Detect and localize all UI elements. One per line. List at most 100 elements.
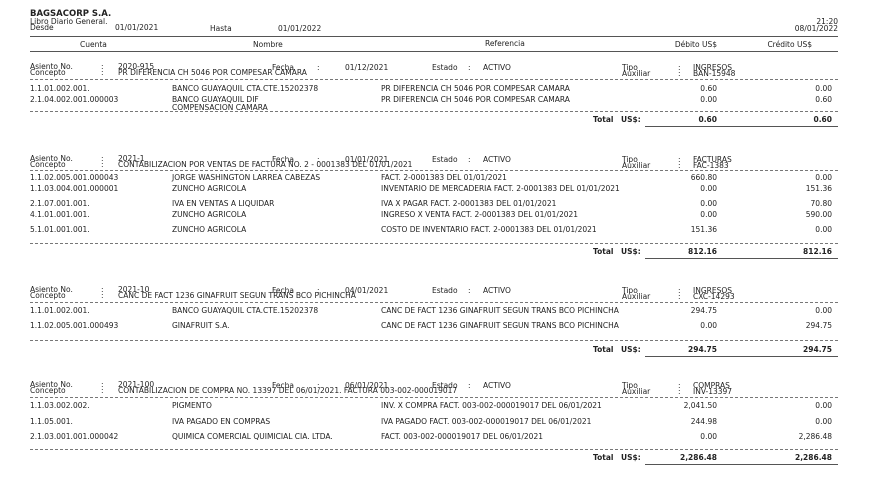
total-debito: 2,286.48: [679, 453, 717, 462]
total-debito: 0.60: [698, 115, 717, 124]
cuenta-cell: 2.1.03.001.001.000042: [30, 432, 119, 441]
auxiliar-value: FAC-1383: [693, 161, 729, 170]
entry-separator: [30, 302, 838, 303]
auxiliar-value: BAN-15948: [693, 69, 736, 78]
desde-label: Desde: [30, 23, 54, 32]
credito-cell: 151.36: [805, 184, 832, 193]
entry-separator: [30, 170, 838, 171]
referencia-cell: INGRESO X VENTA FACT. 2-0001383 DEL 01/0…: [381, 210, 579, 219]
header-bottom-rule: [30, 51, 838, 52]
desde-date: 01/01/2021: [115, 23, 159, 32]
concepto-label: Concepto: [30, 160, 66, 169]
referencia-cell: INV. X COMPRA FACT. 003-002-000019017 DE…: [381, 401, 602, 410]
nombre-cell: IVA PAGADO EN COMPRAS: [172, 417, 271, 426]
colon: :: [317, 63, 320, 72]
currency-label: US$:: [621, 115, 641, 124]
debito-cell: 0.00: [700, 321, 717, 330]
debito-cell: 244.98: [690, 417, 717, 426]
auxiliar-value: INV-13397: [693, 387, 733, 396]
total-label: Total: [593, 453, 614, 462]
nombre-cell: ZUNCHO AGRICOLA: [172, 210, 247, 219]
concepto-label: Concepto: [30, 291, 66, 300]
colon: :: [468, 381, 471, 390]
cuenta-cell: 1.1.05.001.: [30, 417, 73, 426]
estado-value: ACTIVO: [483, 155, 511, 164]
concepto-value: PR DIFERENCIA CH 5046 POR COMPESAR CAMAR…: [118, 68, 307, 77]
debito-cell: 0.00: [700, 210, 717, 219]
credito-cell: 0.00: [815, 84, 832, 93]
entry-separator: [30, 243, 838, 244]
concepto-label: Concepto: [30, 68, 66, 77]
col-debito: Débito US$: [674, 40, 717, 49]
entry-separator: [30, 79, 838, 80]
colon: :: [468, 286, 471, 295]
debito-cell: 0.00: [700, 199, 717, 208]
referencia-cell: CANC DE FACT 1236 GINAFRUIT SEGUN TRANS …: [381, 306, 619, 315]
cuenta-cell: 1.1.03.002.002.: [30, 401, 90, 410]
nombre-cell: JORGE WASHINGTON LARREA CABEZAS: [172, 173, 321, 182]
nombre-cell: QUIMICA COMERCIAL QUIMICIAL CIA. LTDA.: [172, 432, 333, 441]
total-rule: [645, 356, 838, 357]
cuenta-cell: 1.1.03.004.001.000001: [30, 184, 119, 193]
total-label: Total: [593, 345, 614, 354]
cuenta-cell: 1.1.01.002.001.: [30, 306, 90, 315]
col-referencia: Referencia: [485, 39, 525, 48]
currency-label: US$:: [621, 453, 641, 462]
estado-label: Estado: [432, 155, 458, 164]
referencia-cell: FACT. 003-002-000019017 DEL 06/01/2021: [381, 432, 543, 441]
credito-cell: 294.75: [805, 321, 832, 330]
credito-cell: 0.00: [815, 173, 832, 182]
nombre-cell: BANCO GUAYAQUIL CTA.CTE.15202378: [172, 84, 319, 93]
credito-cell: 0.00: [815, 306, 832, 315]
estado-value: ACTIVO: [483, 63, 511, 72]
referencia-cell: PR DIFERENCIA CH 5046 POR COMPESAR CAMAR…: [381, 95, 570, 104]
cuenta-cell: 2.1.04.002.001.000003: [30, 95, 119, 104]
entry-separator: [30, 397, 838, 398]
hasta-date: 01/01/2022: [278, 24, 322, 33]
colon: :: [678, 69, 681, 78]
currency-label: US$:: [621, 247, 641, 256]
debito-cell: 2,041.50: [683, 401, 717, 410]
entry-separator: [30, 449, 838, 450]
estado-label: Estado: [432, 286, 458, 295]
colon: :: [678, 161, 681, 170]
nombre-cell: BANCO GUAYAQUIL DIF COMPENSACION CAMARA: [172, 95, 268, 112]
referencia-cell: IVA X PAGAR FACT. 2-0001383 DEL 01/01/20…: [381, 199, 557, 208]
print-date: 08/01/2022: [794, 24, 838, 33]
col-nombre: Nombre: [253, 40, 283, 49]
colon: :: [468, 63, 471, 72]
cuenta-cell: 1.1.01.002.001.: [30, 84, 90, 93]
total-debito: 812.16: [688, 247, 717, 256]
hasta-label: Hasta: [210, 24, 232, 33]
cuenta-cell: 1.1.02.005.001.000493: [30, 321, 119, 330]
cuenta-cell: 5.1.01.001.001.: [30, 225, 90, 234]
total-label: Total: [593, 247, 614, 256]
credito-cell: 0.00: [815, 401, 832, 410]
referencia-cell: CANC DE FACT 1236 GINAFRUIT SEGUN TRANS …: [381, 321, 619, 330]
referencia-cell: IVA PAGADO FACT. 003-002-000019017 DEL 0…: [381, 417, 592, 426]
nombre-cell: ZUNCHO AGRICOLA: [172, 184, 247, 193]
estado-value: ACTIVO: [483, 381, 511, 390]
total-credito: 812.16: [803, 247, 832, 256]
debito-cell: 294.75: [690, 306, 717, 315]
credito-cell: 0.60: [815, 95, 832, 104]
cuenta-cell: 4.1.01.001.001.: [30, 210, 90, 219]
credito-cell: 70.80: [810, 199, 832, 208]
nombre-cell: ZUNCHO AGRICOLA: [172, 225, 247, 234]
estado-value: ACTIVO: [483, 286, 511, 295]
referencia-cell: INVENTARIO DE MERCADERIA FACT. 2-0001383…: [381, 184, 620, 193]
credito-cell: 2,286.48: [798, 432, 832, 441]
currency-label: US$:: [621, 345, 641, 354]
colon: :: [678, 292, 681, 301]
debito-cell: 0.00: [700, 95, 717, 104]
header-top-rule: [30, 36, 838, 37]
colon: :: [678, 387, 681, 396]
concepto-label: Concepto: [30, 386, 66, 395]
colon: :: [468, 155, 471, 164]
total-credito: 294.75: [803, 345, 832, 354]
entry-separator: [30, 111, 838, 112]
debito-cell: 0.60: [700, 84, 717, 93]
auxiliar-value: CXC-14293: [693, 292, 735, 301]
entry-separator: [30, 340, 838, 341]
colon: :: [101, 68, 104, 77]
